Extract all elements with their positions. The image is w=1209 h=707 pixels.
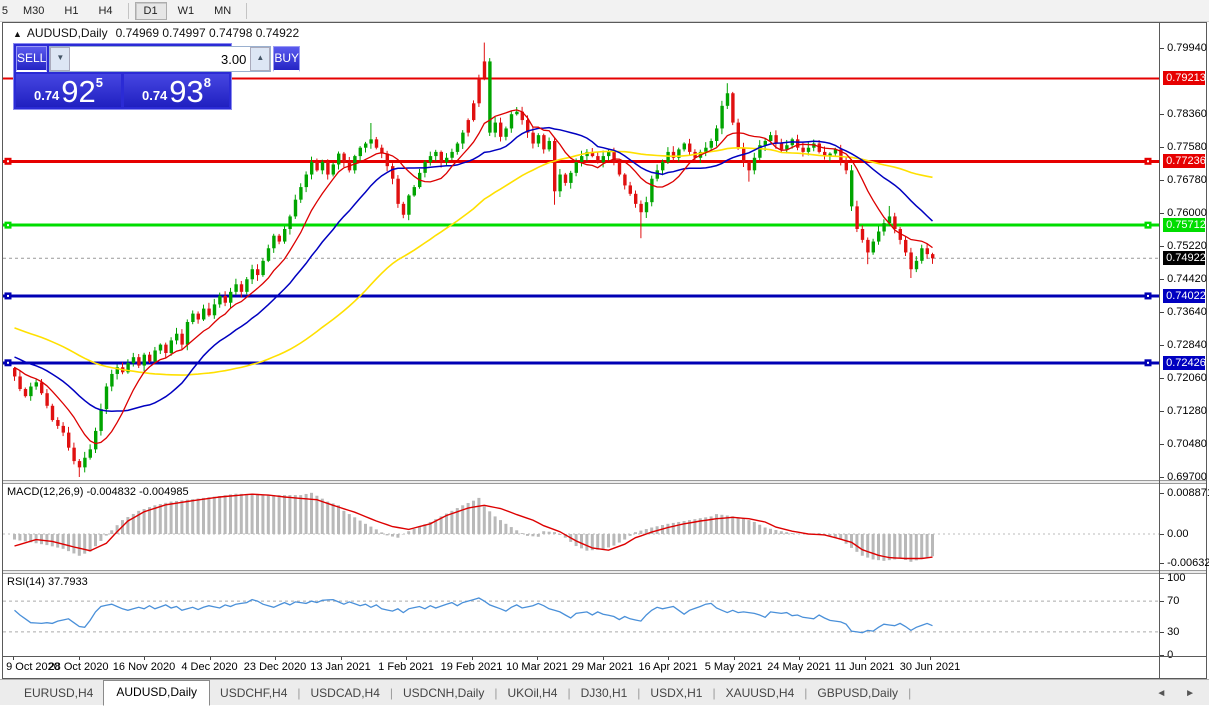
tab-audusd-daily[interactable]: AUDUSD,Daily: [103, 680, 210, 706]
chart-ohlc-values: 0.74969 0.74997 0.74798 0.74922: [116, 26, 300, 40]
axis-corner: [1160, 656, 1206, 678]
timeframe-button-5[interactable]: 5: [0, 2, 12, 20]
tab-separator: |: [908, 686, 911, 705]
date-tick-label: 30 Jun 2021: [900, 661, 961, 673]
timeframe-button-d1[interactable]: D1: [135, 2, 167, 20]
price-badge: 0.77236: [1163, 154, 1205, 168]
date-tick-label: 16 Apr 2021: [638, 661, 697, 673]
price-badge: 0.75712: [1163, 218, 1205, 232]
one-click-trade-widget: SELL ▼ ▲ BUY 0.74 92 5 0.74: [13, 43, 232, 110]
date-tick-label: 11 Jun 2021: [835, 661, 895, 673]
date-tick-label: 24 May 2021: [767, 661, 831, 673]
rsi-chart-canvas[interactable]: [3, 574, 1159, 656]
price-tick: 0.69700: [1167, 471, 1207, 483]
tab-usdcad-h4[interactable]: USDCAD,H4: [301, 682, 390, 705]
toolbar-separator: [128, 3, 129, 19]
price-tick: 0.71280: [1167, 405, 1207, 417]
price-tick: 0.72060: [1167, 372, 1207, 384]
price-badge: 0.72426: [1163, 356, 1205, 370]
timeframe-button-mn[interactable]: MN: [205, 2, 240, 20]
rsi-indicator-pane[interactable]: RSI(14) 37.7933: [3, 574, 1159, 656]
date-tick-label: 1 Feb 2021: [378, 661, 434, 673]
sell-price-pips: 92: [61, 79, 95, 105]
sell-button[interactable]: SELL: [16, 46, 47, 72]
macd-tick: 0.008871: [1167, 487, 1209, 499]
macd-tick: -0.00632: [1167, 557, 1209, 569]
date-tick-label: 28 Oct 2020: [49, 661, 109, 673]
tab-usdcnh-daily[interactable]: USDCNH,Daily: [393, 682, 494, 705]
volume-stepper: ▼ ▲: [49, 46, 271, 72]
volume-input[interactable]: [70, 47, 250, 71]
tab-scroll-arrows[interactable]: ◄ ►: [1156, 688, 1203, 699]
collapse-triangle-icon[interactable]: ▲: [13, 29, 22, 39]
date-tick-label: 5 May 2021: [705, 661, 762, 673]
rsi-tick: 70: [1167, 595, 1179, 607]
price-badge: 0.79213: [1163, 71, 1205, 85]
timeframe-button-h1[interactable]: H1: [55, 2, 87, 20]
price-tick: 0.73640: [1167, 306, 1207, 318]
buy-price-point: 8: [204, 75, 211, 90]
chart-ohlc-header: ▲ AUDUSD,Daily 0.74969 0.74997 0.74798 0.7…: [13, 26, 299, 40]
date-tick-label: 19 Feb 2021: [441, 661, 503, 673]
price-tick: 0.79940: [1167, 42, 1207, 54]
price-tick: 0.75220: [1167, 240, 1207, 252]
tab-eurusd-h4[interactable]: EURUSD,H4: [14, 682, 103, 705]
buy-price-display[interactable]: 0.74 93 8: [124, 74, 229, 107]
rsi-label: RSI(14) 37.7933: [7, 576, 88, 588]
timeframe-button-w1[interactable]: W1: [169, 2, 204, 20]
tab-usdx-h1[interactable]: USDX,H1: [640, 682, 712, 705]
timeframe-button-h4[interactable]: H4: [89, 2, 121, 20]
date-tick-label: 10 Mar 2021: [506, 661, 568, 673]
tab-gbpusd-daily[interactable]: GBPUSD,Daily: [807, 682, 908, 705]
price-tick: 0.76780: [1167, 174, 1207, 186]
sell-price-display[interactable]: 0.74 92 5: [16, 74, 121, 107]
price-axis-main: 0.799400.783600.775800.767800.760000.752…: [1160, 23, 1206, 480]
macd-label: MACD(12,26,9) -0.004832 -0.004985: [7, 486, 189, 498]
price-tick: 0.74420: [1167, 273, 1207, 285]
toolbar-separator: [246, 3, 247, 19]
price-tick: 0.70480: [1167, 438, 1207, 450]
tab-usdchf-h4[interactable]: USDCHF,H4: [210, 682, 297, 705]
price-tick: 0.78360: [1167, 108, 1207, 120]
date-tick-label: 4 Dec 2020: [181, 661, 237, 673]
rsi-tick: 30: [1167, 626, 1179, 638]
timeframe-button-m30[interactable]: M30: [14, 2, 53, 20]
date-tick-label: 16 Nov 2020: [113, 661, 175, 673]
price-axis-macd: 0.008871 0.00 -0.00632: [1160, 484, 1206, 570]
macd-indicator-pane[interactable]: MACD(12,26,9) -0.004832 -0.004985: [3, 484, 1159, 570]
plot-column: ▲ AUDUSD,Daily 0.74969 0.74997 0.74798 0.7…: [3, 23, 1159, 678]
macd-tick: 0.00: [1167, 528, 1188, 540]
buy-price-pips: 93: [169, 79, 203, 105]
tab-xauusd-h4[interactable]: XAUUSD,H4: [716, 682, 805, 705]
timeframe-toolbar: 5M30H1H4 D1W1MN: [0, 0, 1209, 22]
date-tick-label: 13 Jan 2021: [310, 661, 371, 673]
sell-price-point: 5: [96, 75, 103, 90]
buy-button[interactable]: BUY: [273, 46, 300, 72]
date-tick-label: 23 Dec 2020: [244, 661, 306, 673]
tab-dj30-h1[interactable]: DJ30,H1: [571, 682, 638, 705]
main-chart-pane[interactable]: ▲ AUDUSD,Daily 0.74969 0.74997 0.74798 0.7…: [3, 23, 1159, 480]
price-tick: 0.77580: [1167, 141, 1207, 153]
date-tick-label: 29 Mar 2021: [572, 661, 634, 673]
chart-symbol-label: AUDUSD,Daily: [27, 26, 108, 40]
buy-price-base: 0.74: [142, 87, 167, 105]
symbol-tab-bar: EURUSD,H4AUDUSD,DailyUSDCHF,H4 | USDCAD,H4…: [0, 679, 1209, 705]
volume-increase-icon[interactable]: ▲: [250, 47, 270, 71]
price-axis-rsi: 10070300: [1160, 574, 1206, 656]
volume-decrease-icon[interactable]: ▼: [50, 47, 70, 71]
price-tick: 0.72840: [1167, 339, 1207, 351]
sell-price-base: 0.74: [34, 87, 59, 105]
price-axis: 0.799400.783600.775800.767800.760000.752…: [1159, 23, 1206, 678]
tab-ukoil-h4[interactable]: UKOil,H4: [497, 682, 567, 705]
price-badge: 0.74022: [1163, 289, 1205, 303]
rsi-tick: 100: [1167, 572, 1185, 584]
price-badge: 0.74922: [1163, 251, 1205, 265]
chart-window: ▲ AUDUSD,Daily 0.74969 0.74997 0.74798 0.7…: [2, 22, 1207, 679]
date-axis: 9 Oct 202028 Oct 202016 Nov 20204 Dec 20…: [3, 656, 1159, 678]
